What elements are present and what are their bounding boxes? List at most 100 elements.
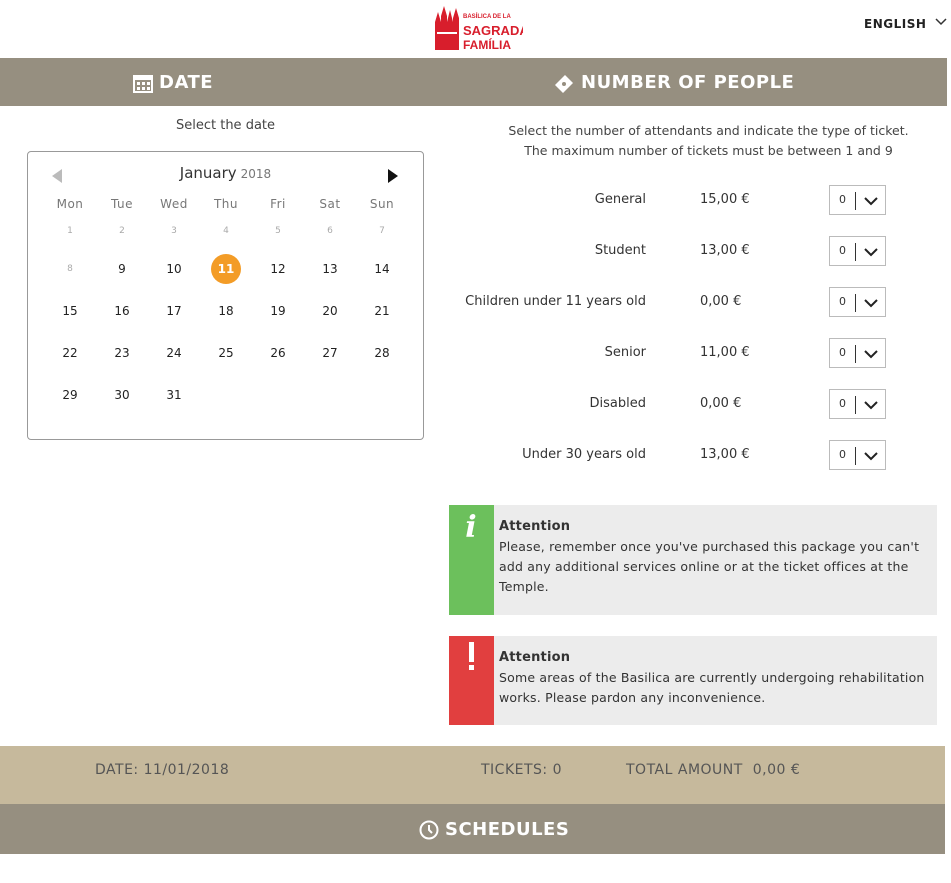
calendar-day[interactable]: 28 [356, 346, 408, 360]
calendar-month-title: January 2018 [28, 164, 423, 182]
quantity-select[interactable]: 0 [829, 236, 886, 266]
calendar-day[interactable]: 13 [304, 262, 356, 276]
calendar-day[interactable]: 24 [148, 346, 200, 360]
sagrada-familia-logo[interactable]: BASÍLICA DE LA SAGRADA FAMÍLIA [433, 4, 523, 52]
logo-line2: SAGRADA [463, 23, 523, 38]
calendar-week: 8 9 10 11 12 13 14 [44, 248, 408, 290]
logo-line1: BASÍLICA DE LA [463, 12, 511, 20]
calendar-day-disabled: 2 [119, 226, 125, 236]
ticket-icon [555, 74, 573, 93]
ticket-row-children: Children under 11 years old 0,00 € 0 [451, 287, 891, 317]
select-separator [855, 396, 856, 414]
calendar-day[interactable]: 15 [44, 304, 96, 318]
total-amount-value: 0,00 € [752, 762, 801, 778]
chevron-down-icon [864, 401, 878, 410]
select-date-label: Select the date [175, 118, 276, 133]
ticket-price: 15,00 € [700, 192, 750, 207]
calendar-day[interactable]: 29 [44, 388, 96, 402]
ticket-type-name: Under 30 years old [522, 447, 646, 462]
quantity-select[interactable]: 0 [829, 440, 886, 470]
calendar-week: 15 16 17 18 19 20 21 [44, 290, 408, 332]
calendar-day-disabled: 1 [67, 226, 73, 236]
calendar-day[interactable]: 25 [200, 346, 252, 360]
ticket-row-general: General 15,00 € 0 [451, 185, 891, 215]
schedules-title: SCHEDULES [419, 819, 569, 840]
date-title-text: DATE [159, 72, 214, 93]
order-summary-bar: DATE: 11/01/2018 TICKETS: 0 TOTAL AMOUNT… [0, 746, 945, 804]
ticket-type-name: Student [594, 243, 646, 258]
ticket-type-name: Disabled [589, 396, 646, 411]
schedules-title-text: SCHEDULES [445, 819, 570, 840]
selected-day-label: 11 [211, 254, 241, 284]
ticket-row-under-30: Under 30 years old 13,00 € 0 [451, 440, 891, 470]
calendar-day-disabled: 6 [327, 226, 333, 236]
calendar-day[interactable]: 18 [200, 304, 252, 318]
notice-body: Please, remember once you've purchased t… [499, 539, 920, 594]
language-selector[interactable]: ENGLISH [864, 17, 947, 31]
calendar-day[interactable]: 19 [252, 304, 304, 318]
calendar-week: 22 23 24 25 26 27 28 [44, 332, 408, 374]
calendar-day[interactable]: 12 [252, 262, 304, 276]
calendar-day[interactable]: 16 [96, 304, 148, 318]
calendar-day[interactable]: 30 [96, 388, 148, 402]
clock-icon [419, 820, 439, 839]
quantity-select[interactable]: 0 [829, 185, 886, 215]
chevron-down-icon [935, 18, 947, 26]
date-section-title: DATE [133, 72, 213, 93]
quantity-select[interactable]: 0 [829, 338, 886, 368]
ticket-price: 13,00 € [700, 447, 750, 462]
top-header: BASÍLICA DE LA SAGRADA FAMÍLIA ENGLISH [0, 0, 951, 58]
calendar-day[interactable]: 17 [148, 304, 200, 318]
calendar-day[interactable]: 26 [252, 346, 304, 360]
calendar-day[interactable]: 9 [96, 262, 148, 276]
ticket-price: 11,00 € [700, 345, 750, 360]
calendar-day-disabled: 5 [275, 226, 281, 236]
chevron-down-icon [864, 248, 878, 257]
quantity-value: 0 [839, 193, 846, 206]
chevron-down-icon [864, 350, 878, 359]
quantity-value: 0 [839, 346, 846, 359]
select-separator [855, 345, 856, 363]
info-notice: i Attention Please, remember once you've… [449, 505, 937, 615]
weekday-label: Mon [56, 197, 84, 211]
calendar-day-selected[interactable]: 11 [200, 254, 252, 284]
calendar-day[interactable]: 31 [148, 388, 200, 402]
calendar-day[interactable]: 27 [304, 346, 356, 360]
weekday-label: Sat [319, 197, 341, 211]
schedules-bar[interactable]: SCHEDULES [0, 804, 945, 854]
next-month-icon[interactable] [386, 168, 400, 184]
calendar-day-disabled: 4 [223, 226, 229, 236]
calendar-header: January 2018 [28, 164, 423, 188]
notice-body: Some areas of the Basilica are currently… [499, 670, 925, 705]
section-header-bar: DATE NUMBER OF PEOPLE [0, 58, 947, 106]
quantity-select[interactable]: 0 [829, 389, 886, 419]
ticket-price: 0,00 € [700, 396, 742, 411]
ticket-row-disabled: Disabled 0,00 € 0 [451, 389, 891, 419]
notice-heading: Attention [499, 519, 571, 534]
calendar-day[interactable]: 22 [44, 346, 96, 360]
ticket-row-senior: Senior 11,00 € 0 [451, 338, 891, 368]
quantity-select[interactable]: 0 [829, 287, 886, 317]
chevron-down-icon [864, 197, 878, 206]
exclamation-icon [469, 642, 474, 670]
people-title-text: NUMBER OF PEOPLE [581, 72, 795, 93]
calendar-day-disabled: 8 [67, 264, 73, 274]
total-amount-label: TOTAL AMOUNT [626, 762, 743, 778]
select-separator [855, 192, 856, 210]
ticket-type-name: General [594, 192, 646, 207]
chevron-down-icon [864, 299, 878, 308]
calendar-week: 1 2 3 4 5 6 7 [44, 214, 408, 248]
weekday-label: Thu [213, 197, 239, 211]
select-separator [855, 243, 856, 261]
calendar-day-disabled: 7 [379, 226, 385, 236]
weekday-label: Wed [160, 197, 188, 211]
calendar-day[interactable]: 21 [356, 304, 408, 318]
calendar-day[interactable]: 23 [96, 346, 148, 360]
warning-notice-side [449, 636, 494, 725]
notice-heading: Attention [499, 650, 571, 665]
calendar-day[interactable]: 14 [356, 262, 408, 276]
svg-text:i: i [465, 510, 476, 545]
chevron-down-icon [864, 452, 878, 461]
calendar-day[interactable]: 20 [304, 304, 356, 318]
calendar-day[interactable]: 10 [148, 262, 200, 276]
